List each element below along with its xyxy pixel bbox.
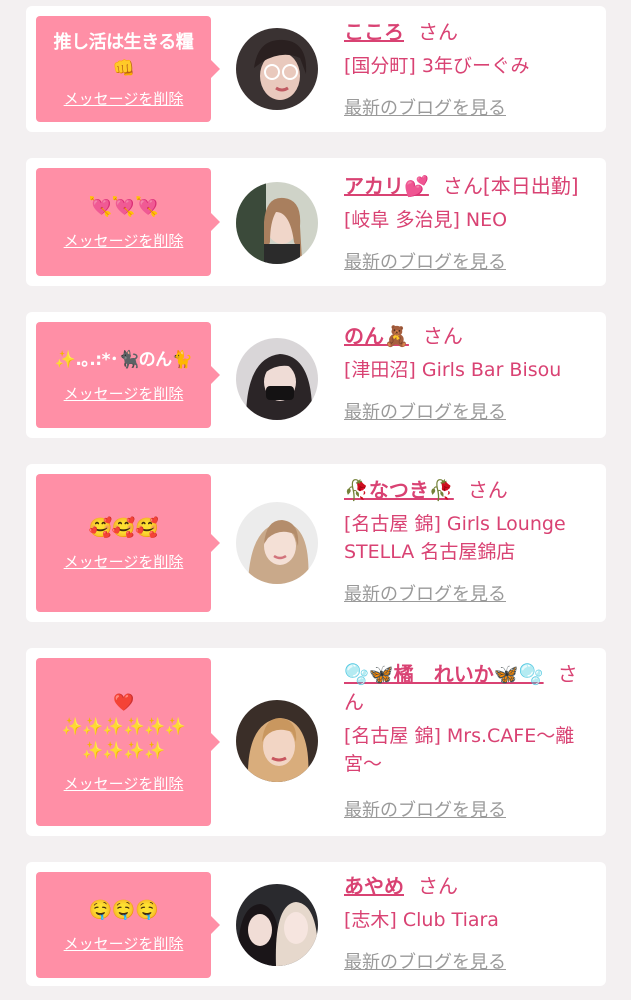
avatar[interactable] [236, 884, 318, 966]
user-name-link[interactable]: あやめ [344, 874, 404, 898]
list-item: 🥰🥰🥰 メッセージを削除 🥀なつき🥀 さん [名古屋 錦] Girls Loung… [26, 464, 606, 622]
honorific: さん [442, 174, 483, 198]
delete-message-button[interactable]: メッセージを削除 [64, 551, 184, 572]
message-text: 🥰🥰🥰 [88, 516, 159, 539]
avatar[interactable] [236, 28, 318, 110]
list-item: ❤️ ✨✨✨✨✨✨ ✨✨✨✨ メッセージを削除 🫧🦋橘 れいか🦋🫧 さん [名古屋… [26, 648, 606, 836]
shop-label: [岐阜 多治見] NEO [344, 209, 508, 231]
delete-message-button[interactable]: メッセージを削除 [64, 230, 184, 251]
shop-label: [津田沼] Girls Bar Bisou [344, 359, 562, 381]
honorific: さん [418, 874, 458, 898]
user-name-link[interactable]: アカリ💕 [344, 174, 429, 198]
message-text: 推し活は生きる糧 👊 [53, 31, 194, 79]
message-text: 🤤🤤🤤 [88, 898, 159, 921]
delete-message-button[interactable]: メッセージを削除 [64, 933, 184, 954]
honorific: さん [418, 20, 458, 44]
view-blog-link[interactable]: 最新のブログを見る [344, 94, 506, 120]
message-bubble: 💘💘💘 メッセージを削除 [36, 168, 220, 276]
shop-label: [志木] Club Tiara [344, 909, 499, 931]
message-list: 推し活は生きる糧 👊 メッセージを削除 こころ さん [国分町] 3年びーぐみ 最… [0, 0, 631, 1000]
shop-label: [名古屋 錦] Mrs.CAFE〜離宮〜 [344, 725, 575, 775]
view-blog-link[interactable]: 最新のブログを見る [344, 398, 506, 424]
user-name-link[interactable]: 🥀なつき🥀 [344, 478, 454, 502]
delete-message-button[interactable]: メッセージを削除 [64, 88, 184, 109]
shop-label: [国分町] 3年びーぐみ [344, 55, 530, 77]
message-bubble: 🥰🥰🥰 メッセージを削除 [36, 474, 220, 612]
avatar[interactable] [236, 338, 318, 420]
message-bubble: 🤤🤤🤤 メッセージを削除 [36, 872, 220, 978]
avatar[interactable] [236, 502, 318, 584]
delete-message-button[interactable]: メッセージを削除 [64, 773, 184, 794]
message-text: ❤️ ✨✨✨✨✨✨ ✨✨✨✨ [61, 692, 186, 761]
honorific: さん [467, 478, 508, 502]
list-item: 💘💘💘 メッセージを削除 アカリ💕 さん[本日出勤] [岐阜 多治見] NEO 最… [26, 158, 606, 286]
view-blog-link[interactable]: 最新のブログを見る [344, 796, 506, 822]
user-name-link[interactable]: 🫧🦋橘 れいか🦋🫧 [344, 662, 544, 686]
user-name-link[interactable]: こころ [344, 20, 404, 44]
message-bubble: ✨.｡.:*･🐈‍⬛のん🐈 メッセージを削除 [36, 322, 220, 428]
user-name-link[interactable]: のん🧸 [344, 324, 409, 348]
message-bubble: 推し活は生きる糧 👊 メッセージを削除 [36, 16, 220, 122]
shop-label: [名古屋 錦] Girls Lounge STELLA 名古屋錦店 [344, 513, 566, 563]
delete-message-button[interactable]: メッセージを削除 [64, 383, 184, 404]
list-item: 🤤🤤🤤 メッセージを削除 あやめ さん [志木] Club Tiara 最新のブロ… [26, 862, 606, 986]
view-blog-link[interactable]: 最新のブログを見る [344, 580, 506, 606]
honorific: さん [422, 324, 463, 348]
view-blog-link[interactable]: 最新のブログを見る [344, 948, 506, 974]
message-text: 💘💘💘 [88, 195, 159, 218]
status-badge: [本日出勤] [482, 174, 579, 198]
list-item: ✨.｡.:*･🐈‍⬛のん🐈 メッセージを削除 のん🧸 さん [津田沼] Girls… [26, 312, 606, 438]
avatar[interactable] [236, 182, 318, 264]
list-item: 推し活は生きる糧 👊 メッセージを削除 こころ さん [国分町] 3年びーぐみ 最… [26, 6, 606, 132]
message-text: ✨.｡.:*･🐈‍⬛のん🐈 [54, 349, 193, 370]
avatar[interactable] [236, 700, 318, 782]
view-blog-link[interactable]: 最新のブログを見る [344, 248, 506, 274]
message-bubble: ❤️ ✨✨✨✨✨✨ ✨✨✨✨ メッセージを削除 [36, 658, 220, 826]
